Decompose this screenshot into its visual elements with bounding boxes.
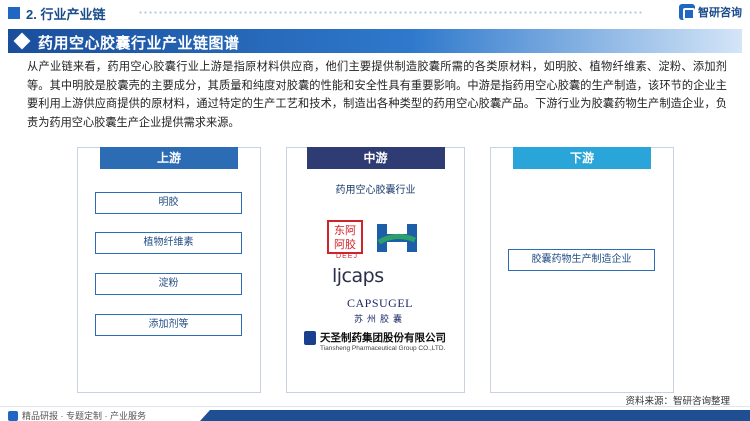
upstream-item-starch: 淀粉	[95, 273, 242, 295]
page-title: 药用空心胶囊行业产业链图谱	[38, 35, 240, 52]
title-bar: 药用空心胶囊行业产业链图谱	[8, 29, 742, 53]
capsugel-logo-cn: 苏州胶囊	[353, 315, 406, 325]
intro-paragraph: 从产业链来看，药用空心胶囊行业上游是指原材料供应商，他们主要提供制造胶囊所需的各…	[27, 61, 727, 129]
dong-e-logo-text: 东阿阿胶	[334, 224, 356, 251]
footer-logo-icon	[8, 410, 18, 421]
midstream-header: 中游	[306, 147, 445, 169]
diamond-icon	[13, 32, 31, 50]
tiansheng-logo-en: Tiansheng Pharmaceutical Group CO.,LTD.	[320, 345, 446, 352]
ljcaps-logo: ljcaps	[332, 265, 384, 287]
upstream-item-additives: 添加剂等	[95, 314, 242, 336]
hh-company-logo	[377, 224, 417, 252]
downstream-header: 下游	[513, 147, 651, 169]
footer-text: 精品研报 · 专题定制 · 产业服务	[22, 411, 146, 421]
midstream-industry-label: 药用空心胶囊行业	[335, 185, 416, 196]
brand-logo-icon	[679, 4, 695, 20]
tiansheng-logo-icon	[304, 331, 316, 345]
footer-divider	[0, 406, 750, 407]
upstream-panel: 上游 明胶 植物纤维素 淀粉 添加剂等	[77, 147, 261, 393]
section-title: 2. 行业产业链	[26, 7, 106, 22]
capsugel-logo-en: CAPSUGEL	[346, 296, 413, 310]
header-dotted-divider	[138, 11, 643, 14]
dong-e-logo-sub: DEEJ	[336, 253, 358, 260]
midstream-panel: 中游 药用空心胶囊行业 东阿阿胶 DEEJ ljcaps CAPSUGEL 苏州…	[286, 147, 465, 393]
footer-color-bar	[200, 410, 750, 421]
tiansheng-logo-cn: 天圣制药集团股份有限公司	[320, 332, 446, 344]
upstream-item-gelatin: 明胶	[95, 192, 242, 214]
section-square-icon	[8, 7, 20, 19]
upstream-item-plant-cellulose: 植物纤维素	[95, 232, 242, 254]
upstream-header: 上游	[100, 147, 238, 169]
capsugel-logo: CAPSUGEL 苏州胶囊	[325, 296, 435, 325]
dong-e-ejiao-logo: 东阿阿胶 DEEJ	[327, 220, 363, 260]
downstream-panel: 下游 胶囊药物生产制造企业	[490, 147, 674, 393]
page-header: 2. 行业产业链 智研咨询	[0, 0, 750, 26]
footer: 精品研报 · 专题定制 · 产业服务	[8, 409, 146, 421]
source-note: 资料来源：智研咨询整理	[625, 396, 730, 407]
brand-name: 智研咨询	[698, 7, 742, 19]
brand-logo: 智研咨询	[679, 3, 742, 21]
downstream-item-capsule-drug-makers: 胶囊药物生产制造企业	[508, 249, 655, 271]
